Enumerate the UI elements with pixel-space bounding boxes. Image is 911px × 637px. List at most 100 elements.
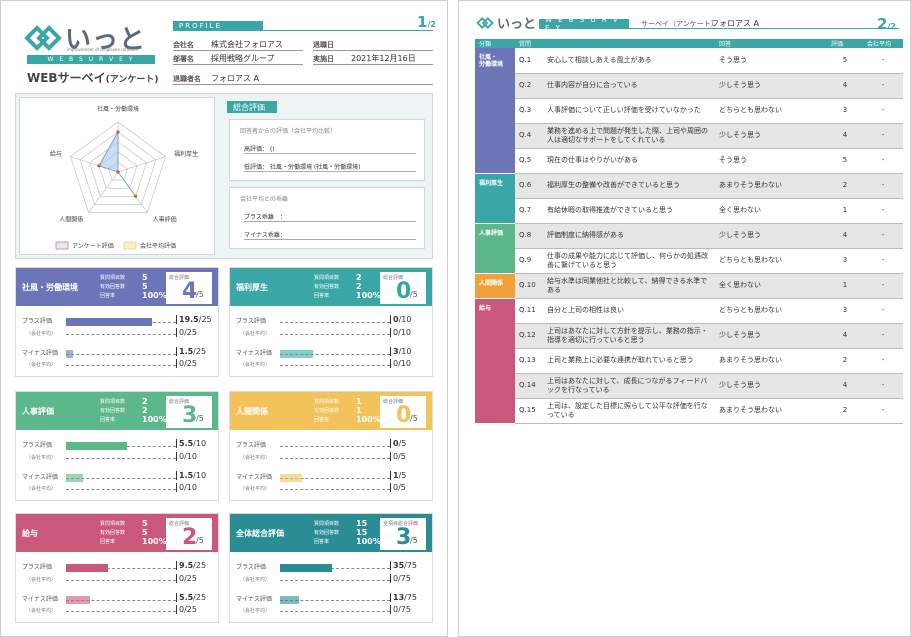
minus-value: 3/10 — [390, 347, 411, 356]
field-label: 退職者名 — [173, 75, 201, 83]
legend-swatch-survey — [55, 241, 69, 250]
company-avg-label: （会社平均） — [240, 486, 271, 492]
card-category-name: 人間関係 — [236, 407, 268, 416]
card-stat-label: 回答率 — [100, 293, 116, 299]
radar-point — [97, 164, 101, 168]
minus-bar — [280, 596, 299, 604]
company-average: - — [863, 248, 903, 274]
company-avg-label: （会社平均） — [26, 455, 57, 461]
page-number: 2/2 — [877, 15, 896, 33]
question-text: 現在の仕事はやりがいがある — [543, 148, 715, 174]
minus-avg-track — [66, 611, 176, 612]
score: 1 — [827, 273, 863, 299]
question-text: 業務を進める上で問題が発生した際、上司や周囲の人は適切なサポートをしてくれている — [543, 123, 715, 149]
report-page-2: いっと W E B S U R V E Y サーベイ（アンケート） フォロアス … — [458, 0, 911, 637]
profile-line — [263, 30, 433, 31]
minus-track — [66, 354, 176, 355]
answer: あまりそう思わない — [715, 173, 827, 199]
field-value: 株式会社フォロアス — [211, 40, 283, 49]
plus-value: 0/10 — [390, 315, 411, 324]
minus-value: 13/75 — [390, 593, 417, 602]
radar-point — [134, 194, 138, 198]
answer: そう思う — [715, 148, 827, 174]
card-stat-label: 質問項目数 — [100, 275, 126, 281]
card-stat-label: 有効回答数 — [100, 284, 126, 290]
question-number: Q.8 — [515, 223, 543, 249]
plus-avg-track — [66, 580, 176, 581]
minus-avg-value: 0/75 — [390, 605, 411, 614]
plus-den: /25 — [193, 561, 207, 570]
plus-eval-label: プラス評価 — [236, 442, 266, 449]
radar-point — [116, 170, 120, 174]
minus-den: /25 — [193, 593, 207, 602]
radar-axis-label: 人事評価 — [153, 216, 177, 224]
logo-mark-icon — [24, 24, 62, 51]
page-den: /2 — [887, 22, 896, 31]
card-category-name: 給与 — [22, 529, 38, 538]
table-row: Q.3 人事評価について正しい評価を受けていなかった どちらとも思わない 3 - — [475, 98, 903, 124]
overall-box-gap: 会社平均との乖離 プラス乖離 ： マイナス乖離： — [229, 187, 425, 249]
field-survey-date: 実施日 2021年12月16日 — [313, 53, 433, 65]
company-avg-label: （会社平均） — [26, 486, 57, 492]
plus-num: 9.5 — [179, 561, 194, 570]
minus-value: 1.5/10 — [176, 471, 206, 480]
high-eval-label: 高評価： — [244, 146, 269, 153]
web-survey-tag: W E B S U R V E Y — [539, 16, 629, 32]
question-text: 上司は、設定した目標に照らして公平な評価を行なっている — [543, 398, 715, 424]
report-title-main: WEBサーベイ — [27, 71, 106, 85]
card-stat-label: 有効回答数 — [314, 530, 340, 536]
page-den: /2 — [427, 20, 436, 29]
plus-den: /25 — [198, 315, 212, 324]
card-stat-value: 5 — [142, 519, 148, 528]
question-text: 上司はあなたに対して方針を提示し、業務の指示・指導を適切に行っていると思う — [543, 323, 715, 349]
card-stat-value: 5 — [142, 282, 148, 291]
field-value: 2021年12月16日 — [351, 54, 416, 63]
plus-value: 19.5/25 — [176, 315, 212, 324]
answer: 少しそう思う — [715, 73, 827, 99]
radar-axis-label: 給与 — [50, 150, 62, 158]
minus-eval-label: マイナス評価 — [236, 474, 272, 481]
category-cell: 福利厚生 — [475, 173, 515, 224]
report-title-suffix: (アンケート) — [105, 75, 159, 85]
score: 4 — [827, 323, 863, 349]
minus-avg-track — [280, 611, 390, 612]
score: 2 — [827, 398, 863, 424]
card-stat-value: 100% — [356, 537, 381, 546]
question-number: Q.1 — [515, 48, 543, 74]
card-header: 社風・労働環境 質問項目数 5 有効回答数 5 回答率 100% 総合評価 4 /5 — [16, 268, 218, 306]
minus-avg-value: 0/25 — [176, 605, 197, 614]
card-stat-value: 15 — [356, 528, 368, 537]
plus-avg-value: 0/25 — [176, 574, 197, 583]
score: 3 — [827, 298, 863, 324]
minus-num: 1.5 — [179, 471, 194, 480]
card-score-box: 総合評価 2 /5 — [166, 518, 212, 550]
logo-small: いっと — [475, 13, 536, 32]
score: 5 — [827, 48, 863, 74]
answer: どちらとも思わない — [715, 248, 827, 274]
header-question: 質問 — [515, 39, 543, 48]
score: 1 — [827, 198, 863, 224]
answer: そう思う — [715, 48, 827, 74]
header-category: 分類 — [475, 39, 515, 48]
card-score-box: 全項目総合評価 3 /5 — [380, 518, 426, 550]
company-average: - — [863, 298, 903, 324]
table-row: Q.14 上司はあなたに対して、成長につながるフィードバックを行なっている 少し… — [475, 373, 903, 399]
question-text: 上司と業務上に必要な連携が取れていると思う — [543, 348, 715, 374]
high-eval-value: () — [269, 146, 275, 153]
legend-label-company: 会社平均評価 — [140, 242, 176, 250]
question-number: Q.2 — [515, 73, 543, 99]
card-stat-value: 100% — [356, 415, 381, 424]
table-header-row: 分類 質問 回答 評価 会社平均 — [475, 39, 903, 48]
card-stat-label: 質問項目数 — [100, 521, 126, 527]
answer: どちらとも思わない — [715, 98, 827, 124]
category-card: 人間関係 質問項目数 1 有効回答数 1 回答率 100% 総合評価 0 /5 プラス評価… — [229, 391, 433, 501]
card-stat-label: 回答率 — [314, 417, 330, 423]
plus-bar — [280, 564, 332, 572]
plus-avg-track — [280, 334, 390, 335]
minus-avg-value: 0/25 — [176, 359, 197, 368]
minus-den: /10 — [193, 471, 207, 480]
card-stat-label: 質問項目数 — [100, 399, 126, 405]
card-header: 給与 質問項目数 5 有効回答数 5 回答率 100% 総合評価 2 /5 — [16, 514, 218, 552]
answer: 少しそう思う — [715, 123, 827, 149]
page-num: 2 — [877, 15, 888, 33]
